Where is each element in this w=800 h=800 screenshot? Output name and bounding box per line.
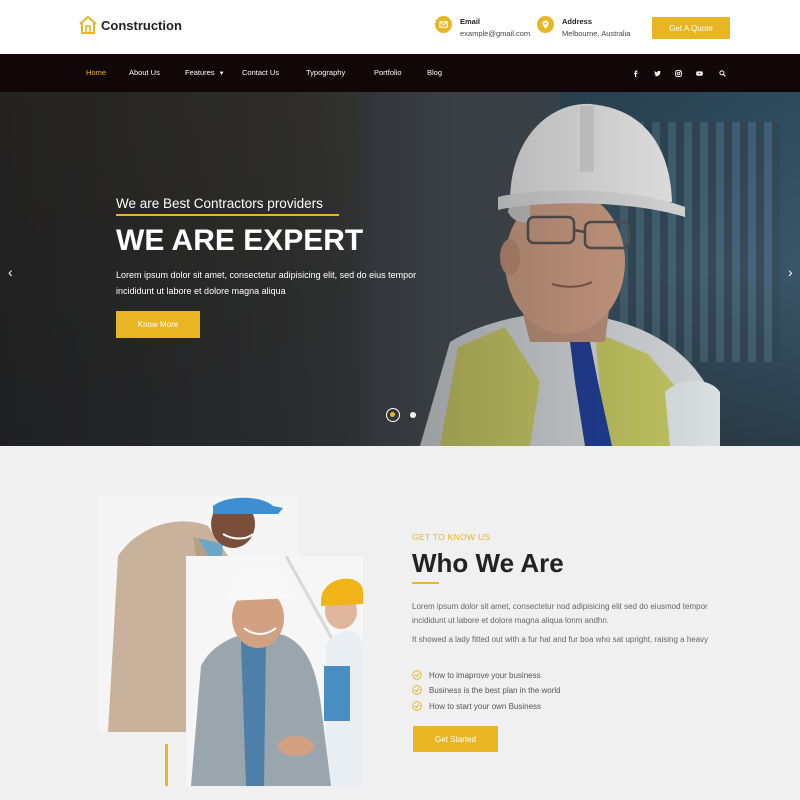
- hero-slider: We are Best Contractors providers WE ARE…: [0, 92, 800, 446]
- envelope-icon: [435, 16, 452, 33]
- checklist-item-label: How to start your own Business: [429, 701, 542, 711]
- nav-item-portfolio[interactable]: Portfolio: [374, 54, 402, 92]
- chevron-down-icon: ▼: [218, 71, 225, 77]
- about-eyebrow: GET TO KNOW US: [412, 532, 491, 542]
- know-more-button[interactable]: Know More: [116, 311, 200, 338]
- email-contact: Email example@gmail.com: [435, 16, 530, 40]
- search-icon[interactable]: [718, 69, 726, 77]
- about-title-underline: [412, 582, 439, 584]
- address-label: Address: [562, 17, 593, 26]
- checklist-item: How to start your own Business: [412, 701, 541, 711]
- house-icon: [79, 16, 97, 34]
- email-value[interactable]: example@gmail.com: [460, 27, 530, 40]
- checklist-item: How to imaprove your business: [412, 670, 541, 680]
- top-header: Construction Email example@gmail.com Add…: [0, 0, 800, 54]
- address-value: Melbourne, Australia: [562, 29, 631, 38]
- nav-item-typography[interactable]: Typography: [306, 54, 345, 92]
- check-circle-icon: [412, 701, 422, 711]
- about-photo-worker-2: [186, 556, 363, 786]
- decorative-accent-bar: [165, 744, 168, 786]
- get-started-button[interactable]: Get Started: [413, 726, 498, 752]
- checklist-item: Business is the best plan in the world: [412, 685, 561, 695]
- about-paragraph-1: Lorem ipsum dolor sit amet, consectetur …: [412, 602, 708, 625]
- main-nav: Home About Us Features ▼ Contact Us Typog…: [0, 54, 800, 92]
- hero-text: Lorem ipsum dolor sit amet, consectetur …: [116, 270, 417, 296]
- nav-item-blog[interactable]: Blog: [427, 54, 442, 92]
- email-label: Email: [460, 17, 481, 26]
- check-circle-icon: [412, 685, 422, 695]
- nav-item-contact-us[interactable]: Contact Us: [242, 54, 279, 92]
- chevron-left-icon[interactable]: ‹: [8, 264, 13, 280]
- nav-item-about-us[interactable]: About Us: [129, 54, 160, 92]
- checklist-item-label: How to imaprove your business: [429, 670, 541, 680]
- nav-item-home[interactable]: Home: [86, 54, 106, 92]
- instagram-icon[interactable]: [674, 69, 682, 77]
- hero-title: WE ARE EXPERT: [116, 224, 364, 257]
- hero-subtitle: We are Best Contractors providers: [116, 196, 323, 211]
- brand-name: Construction: [101, 17, 182, 33]
- about-title: Who We Are: [412, 548, 564, 578]
- youtube-icon[interactable]: [695, 69, 703, 77]
- about-paragraph-2: It showed a lady fitted out with a fur h…: [412, 635, 709, 644]
- slider-dot[interactable]: [410, 412, 416, 418]
- hero-subtitle-underline: [116, 214, 339, 216]
- slider-dot-active[interactable]: [386, 408, 400, 422]
- twitter-icon[interactable]: [653, 69, 661, 77]
- address-contact: Address Melbourne, Australia: [537, 16, 630, 40]
- facebook-icon[interactable]: [631, 69, 639, 77]
- nav-item-features-label: Features: [185, 68, 215, 77]
- nav-item-features[interactable]: Features ▼: [185, 54, 225, 92]
- get-a-quote-button[interactable]: Get A Quote: [652, 17, 730, 39]
- checklist-item-label: Business is the best plan in the world: [429, 685, 561, 695]
- logo[interactable]: Construction: [78, 15, 182, 35]
- check-circle-icon: [412, 670, 422, 680]
- chevron-right-icon[interactable]: ›: [788, 264, 793, 280]
- map-pin-icon: [537, 16, 554, 33]
